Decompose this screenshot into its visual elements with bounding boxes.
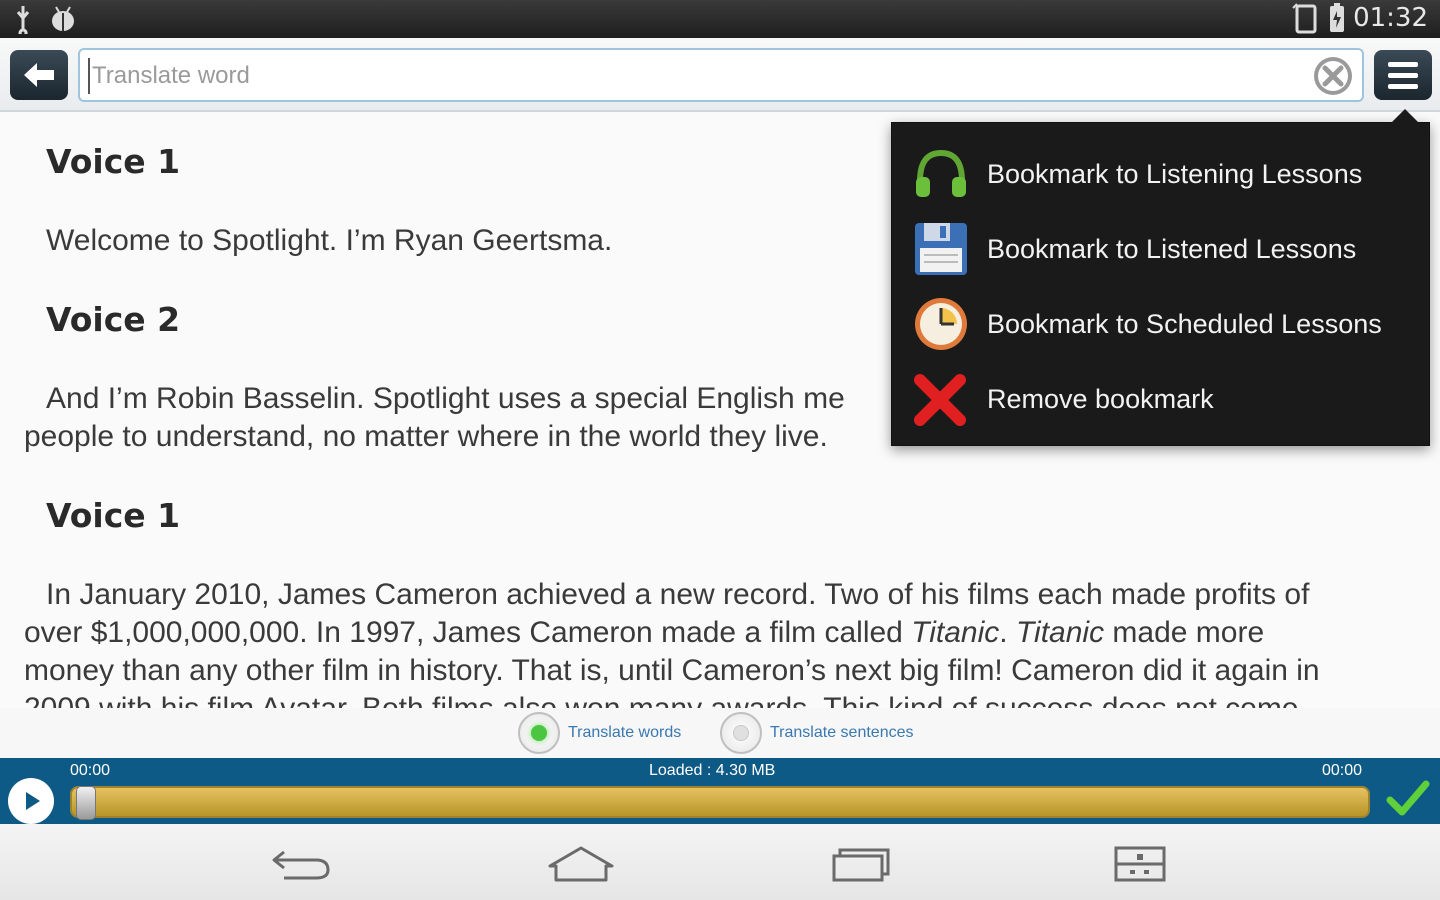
paragraph-line: In January 2010, James Cameron achieved … bbox=[46, 578, 1310, 611]
battery-icon bbox=[1330, 3, 1345, 32]
translate-sentences-option[interactable]: Translate sentences bbox=[720, 712, 913, 754]
done-button[interactable] bbox=[1386, 776, 1430, 820]
radio-selected-dot bbox=[531, 725, 547, 741]
paragraph-line: 2009 with his film Avatar. Both films al… bbox=[24, 690, 1424, 708]
overflow-menu-button[interactable] bbox=[1374, 50, 1432, 100]
radio-label: Translate sentences bbox=[770, 724, 914, 741]
home-nav-icon bbox=[548, 846, 614, 882]
checkmark-icon bbox=[1386, 780, 1430, 816]
loaded-size: Loaded : 4.30 MB bbox=[649, 762, 776, 779]
menu-item-bookmark-listened[interactable]: Bookmark to Listened Lessons bbox=[892, 212, 1431, 286]
speaker-heading: Voice 1 bbox=[46, 496, 181, 535]
notification-icons bbox=[12, 4, 78, 34]
rotate-icon bbox=[1292, 3, 1317, 34]
translate-words-option[interactable]: Translate words bbox=[518, 712, 681, 754]
menu-item-remove-bookmark[interactable]: Remove bookmark bbox=[892, 362, 1431, 436]
paragraph-line: money than any other film in history. Th… bbox=[24, 654, 1320, 687]
paragraph-line: over $1,000,000,000. In 1997, James Came… bbox=[24, 614, 1424, 652]
usb-icon bbox=[16, 6, 30, 34]
menu-item-bookmark-listening[interactable]: Bookmark to Listening Lessons bbox=[892, 137, 1431, 211]
screenshot-icon bbox=[1114, 846, 1166, 882]
text-run: over $1,000,000,000. In 1997, James Came… bbox=[24, 616, 912, 649]
menu-item-label: Bookmark to Listening Lessons bbox=[987, 158, 1363, 189]
system-icons: 01:32 bbox=[1291, 2, 1428, 34]
floppy-disk-icon bbox=[915, 223, 967, 275]
nav-screenshot-button[interactable] bbox=[1106, 844, 1176, 884]
play-icon bbox=[26, 792, 40, 810]
action-bar bbox=[0, 38, 1440, 112]
speaker-heading: Voice 1 bbox=[46, 142, 181, 181]
red-x-icon bbox=[914, 374, 966, 426]
nav-back-button[interactable] bbox=[266, 844, 336, 884]
back-button[interactable] bbox=[10, 50, 68, 100]
text-run: made more bbox=[1104, 616, 1265, 649]
translate-mode-bar: Translate words Translate sentences bbox=[0, 708, 1440, 758]
hamburger-line bbox=[1388, 72, 1418, 78]
menu-item-bookmark-scheduled[interactable]: Bookmark to Scheduled Lessons bbox=[892, 287, 1431, 361]
translate-word-input[interactable] bbox=[88, 58, 1288, 94]
back-arrow-icon bbox=[24, 63, 54, 87]
nav-home-button[interactable] bbox=[546, 844, 616, 884]
clear-circle-icon bbox=[1314, 57, 1352, 95]
radio-unselected-dot bbox=[733, 725, 749, 741]
hamburger-line bbox=[1388, 83, 1418, 89]
android-debug-icon bbox=[52, 6, 74, 31]
menu-item-label: Remove bookmark bbox=[987, 383, 1214, 414]
status-bar: 01:32 bbox=[0, 0, 1440, 38]
film-title: Titanic bbox=[1015, 616, 1105, 649]
hamburger-menu-icon bbox=[1388, 61, 1418, 67]
seek-thumb[interactable] bbox=[76, 786, 96, 820]
menu-item-label: Bookmark to Listened Lessons bbox=[987, 233, 1357, 264]
radio-button[interactable] bbox=[518, 712, 560, 754]
menu-item-label: Bookmark to Scheduled Lessons bbox=[987, 308, 1382, 339]
popup-pointer bbox=[1391, 109, 1419, 123]
bookmark-popup-menu: Bookmark to Listening Lessons Bookmark t… bbox=[891, 109, 1431, 446]
recent-apps-icon bbox=[832, 848, 890, 882]
clock-icon bbox=[915, 298, 967, 350]
system-nav-bar bbox=[0, 824, 1440, 900]
film-title: Titanic bbox=[911, 616, 1000, 649]
radio-label: Translate words bbox=[568, 724, 682, 741]
clear-search-button[interactable] bbox=[1312, 55, 1354, 97]
headphones-icon bbox=[916, 149, 966, 197]
speaker-heading: Voice 2 bbox=[46, 300, 181, 339]
back-nav-icon bbox=[272, 850, 330, 880]
search-box bbox=[78, 48, 1364, 102]
transcript-paragraph: In January 2010, James Cameron achieved … bbox=[24, 576, 1424, 708]
elapsed-time: 00:00 bbox=[70, 762, 111, 779]
text-run: . bbox=[999, 616, 1016, 649]
clock-time: 01:32 bbox=[1353, 3, 1428, 33]
total-time: 00:00 bbox=[1322, 762, 1363, 779]
audio-player: 00:00 Loaded : 4.30 MB 00:00 bbox=[0, 758, 1440, 824]
seek-bar[interactable] bbox=[70, 786, 1370, 820]
radio-button[interactable] bbox=[720, 712, 762, 754]
nav-recents-button[interactable] bbox=[826, 844, 896, 884]
play-button[interactable] bbox=[8, 778, 54, 824]
